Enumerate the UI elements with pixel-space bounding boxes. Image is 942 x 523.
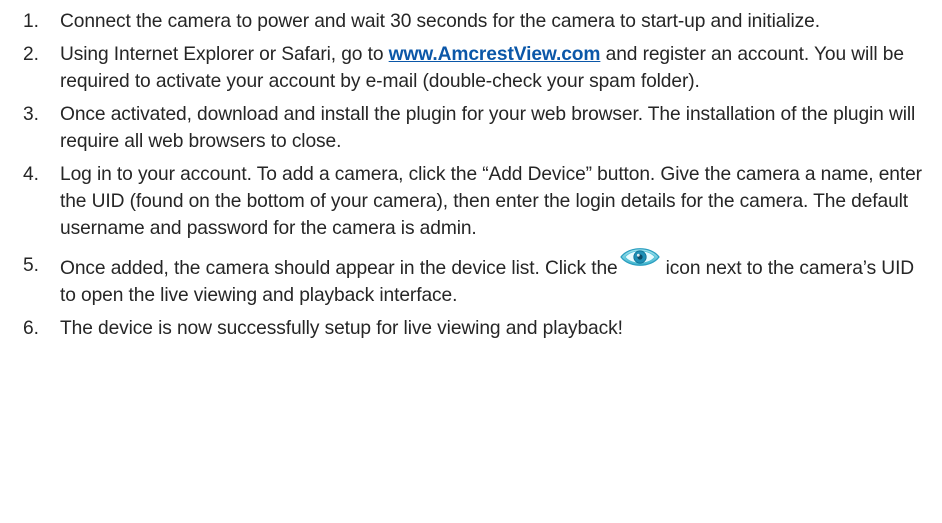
step-number: 4.: [23, 164, 39, 185]
step-number: 3.: [23, 104, 39, 125]
step-text-before: Using Internet Explorer or Safari, go to: [60, 44, 389, 65]
step-5: 5. Once added, the camera should appear …: [0, 248, 942, 309]
step-4: 4. Log in to your account. To add a came…: [0, 161, 942, 242]
step-1: 1. Connect the camera to power and wait …: [0, 8, 942, 35]
step-text: Connect the camera to power and wait 30 …: [60, 11, 820, 32]
step-number: 5.: [23, 255, 39, 276]
step-number: 6.: [23, 318, 39, 339]
step-text: Once activated, download and install the…: [60, 104, 916, 152]
step-text: The device is now successfully setup for…: [60, 318, 623, 339]
eye-icon: [619, 244, 660, 270]
step-2: 2. Using Internet Explorer or Safari, go…: [0, 41, 942, 95]
instructions-document: 1. Connect the camera to power and wait …: [0, 0, 942, 523]
step-3: 3. Once activated, download and install …: [0, 101, 942, 155]
step-text-before: Once added, the camera should appear in …: [60, 258, 618, 279]
step-6: 6. The device is now successfully setup …: [0, 315, 942, 342]
amcrestview-link[interactable]: www.AmcrestView.com: [389, 44, 601, 65]
step-number: 1.: [23, 11, 39, 32]
step-number: 2.: [23, 44, 39, 65]
step-text: Log in to your account. To add a camera,…: [60, 164, 922, 239]
